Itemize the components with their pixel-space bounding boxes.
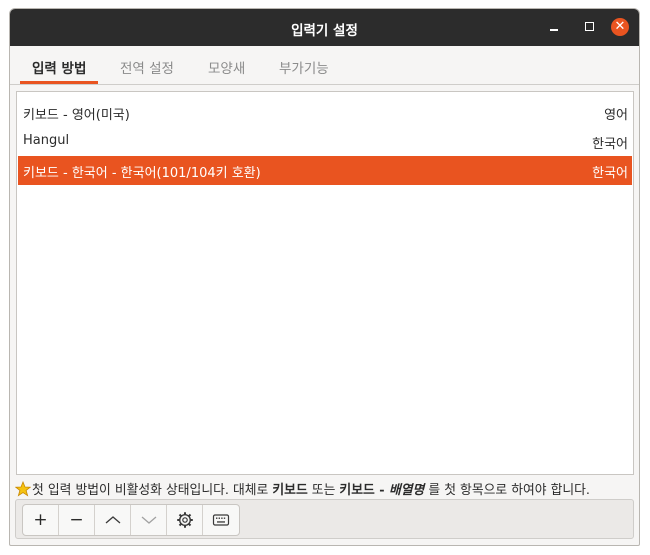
input-method-name: 키보드 - 한국어 - 한국어(101/104키 호환) bbox=[23, 166, 261, 181]
notice-bold-keyboard: 키보드 bbox=[272, 483, 308, 498]
maximize-button[interactable] bbox=[579, 17, 599, 37]
tab-bar: 입력 방법 전역 설정 모양새 부가기능 bbox=[10, 46, 639, 85]
input-method-list[interactable]: 키보드 - 영어(미국) 영어 Hangul 한국어 키보드 - 한국어 - 한… bbox=[16, 91, 634, 475]
list-toolbar: + − bbox=[15, 499, 634, 539]
keyboard-layout-button[interactable] bbox=[203, 505, 239, 535]
minimize-icon bbox=[550, 28, 558, 31]
keyboard-icon bbox=[212, 514, 230, 526]
chevron-up-icon bbox=[105, 516, 120, 524]
active-tab-indicator bbox=[20, 81, 98, 84]
chevron-down-icon bbox=[141, 516, 156, 524]
minimize-button[interactable] bbox=[544, 17, 564, 37]
settings-button[interactable] bbox=[167, 505, 203, 535]
tab-appearance[interactable]: 모양새 bbox=[208, 57, 245, 77]
star-icon bbox=[14, 480, 32, 501]
notice-bold-keyboard-dash: 키보드 - bbox=[339, 483, 389, 498]
list-item[interactable]: Hangul 한국어 bbox=[18, 127, 632, 156]
input-method-name: 키보드 - 영어(미국) bbox=[23, 108, 130, 123]
input-method-name: Hangul bbox=[23, 133, 70, 148]
warning-notice: 첫 입력 방법이 비활성화 상태입니다. 대체로 키보드 또는 키보드 - 배열… bbox=[14, 479, 590, 501]
input-method-language: 한국어 bbox=[592, 137, 628, 152]
tab-input-method[interactable]: 입력 방법 bbox=[32, 57, 86, 77]
close-icon: ✕ bbox=[614, 19, 626, 34]
tab-global-settings[interactable]: 전역 설정 bbox=[120, 57, 174, 77]
move-down-button[interactable] bbox=[131, 505, 167, 535]
toolbar-button-group: + − bbox=[22, 504, 240, 536]
remove-button[interactable]: − bbox=[59, 505, 95, 535]
move-up-button[interactable] bbox=[95, 505, 131, 535]
input-method-settings-window: 입력기 설정 ✕ 입력 방법 전역 설정 모양새 부가기능 키보드 - 영어(미… bbox=[9, 8, 640, 546]
notice-text-3: 를 첫 항목으로 하여야 합니다. bbox=[428, 483, 590, 498]
list-item[interactable]: 키보드 - 영어(미국) 영어 bbox=[18, 98, 632, 127]
add-button[interactable]: + bbox=[23, 505, 59, 535]
gear-icon bbox=[176, 512, 193, 528]
add-icon: + bbox=[33, 509, 48, 530]
tab-addons[interactable]: 부가기능 bbox=[279, 57, 329, 77]
list-item-selected[interactable]: 키보드 - 한국어 - 한국어(101/104키 호환) 한국어 bbox=[18, 156, 632, 185]
maximize-icon bbox=[584, 22, 594, 31]
title-bar[interactable]: 입력기 설정 ✕ bbox=[10, 9, 639, 46]
notice-italic-layout-name: 배열명 bbox=[388, 483, 425, 498]
input-method-language: 영어 bbox=[604, 108, 628, 123]
input-method-language: 한국어 bbox=[592, 166, 628, 181]
notice-text-2: 또는 bbox=[307, 483, 340, 498]
remove-icon: − bbox=[69, 509, 84, 530]
notice-text-1: 첫 입력 방법이 비활성화 상태입니다. 대체로 bbox=[32, 483, 273, 498]
close-button[interactable]: ✕ bbox=[611, 18, 629, 36]
